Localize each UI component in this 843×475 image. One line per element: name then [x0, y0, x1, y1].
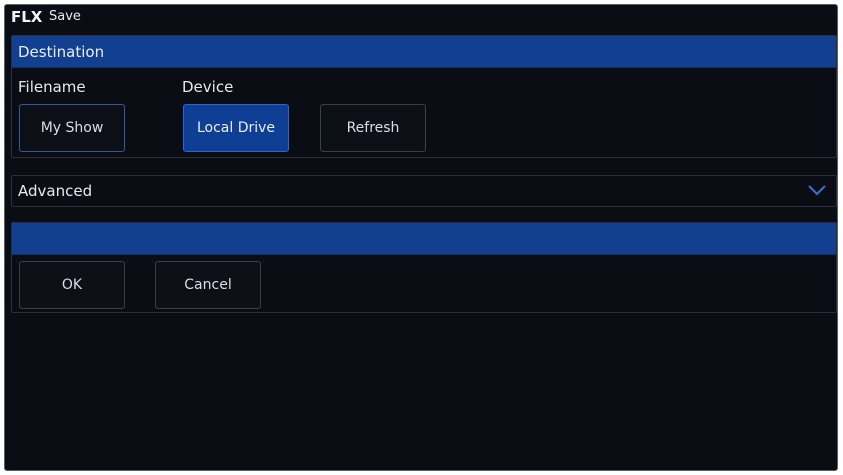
- chevron-down-icon[interactable]: [806, 182, 828, 198]
- device-local-drive-button[interactable]: Local Drive: [183, 104, 289, 152]
- advanced-section[interactable]: Advanced: [11, 175, 837, 207]
- save-dialog: FLX Save Destination Filename Device My …: [4, 4, 838, 471]
- advanced-label: Advanced: [18, 182, 93, 200]
- cancel-button[interactable]: Cancel: [155, 261, 261, 309]
- destination-header: Destination: [12, 36, 836, 68]
- filename-label: Filename: [18, 78, 86, 96]
- flx-logo: FLX: [11, 8, 43, 26]
- title-bar: FLX Save: [5, 5, 837, 29]
- actions-panel: OK Cancel: [11, 222, 837, 313]
- actions-header: [12, 223, 836, 255]
- ok-button[interactable]: OK: [19, 261, 125, 309]
- refresh-button[interactable]: Refresh: [320, 104, 426, 152]
- window-title: Save: [49, 9, 81, 24]
- destination-panel: Destination Filename Device My Show Loca…: [11, 35, 837, 158]
- filename-button[interactable]: My Show: [19, 104, 125, 152]
- device-label: Device: [182, 78, 234, 96]
